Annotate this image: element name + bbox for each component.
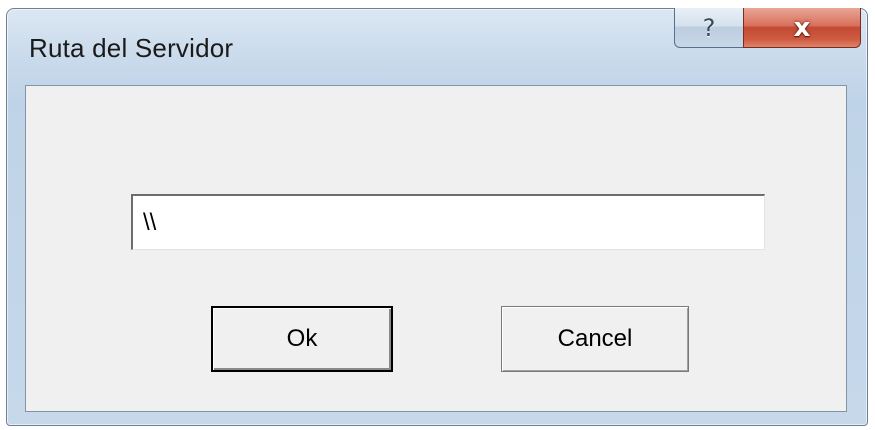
- help-icon: ?: [702, 13, 716, 42]
- help-button[interactable]: ?: [674, 8, 744, 48]
- ok-button[interactable]: Ok: [211, 306, 393, 372]
- cancel-button[interactable]: Cancel: [501, 306, 689, 372]
- title-bar[interactable]: Ruta del Servidor ? x: [7, 8, 867, 81]
- caption-buttons: ? x: [674, 8, 861, 48]
- server-path-input[interactable]: [131, 194, 765, 250]
- close-button[interactable]: x: [743, 8, 861, 48]
- dialog-body: Ok Cancel: [25, 85, 847, 412]
- dialog-window: Ruta del Servidor ? x Ok Cancel: [6, 8, 868, 426]
- close-icon: x: [793, 12, 811, 43]
- window-title: Ruta del Servidor: [29, 33, 234, 63]
